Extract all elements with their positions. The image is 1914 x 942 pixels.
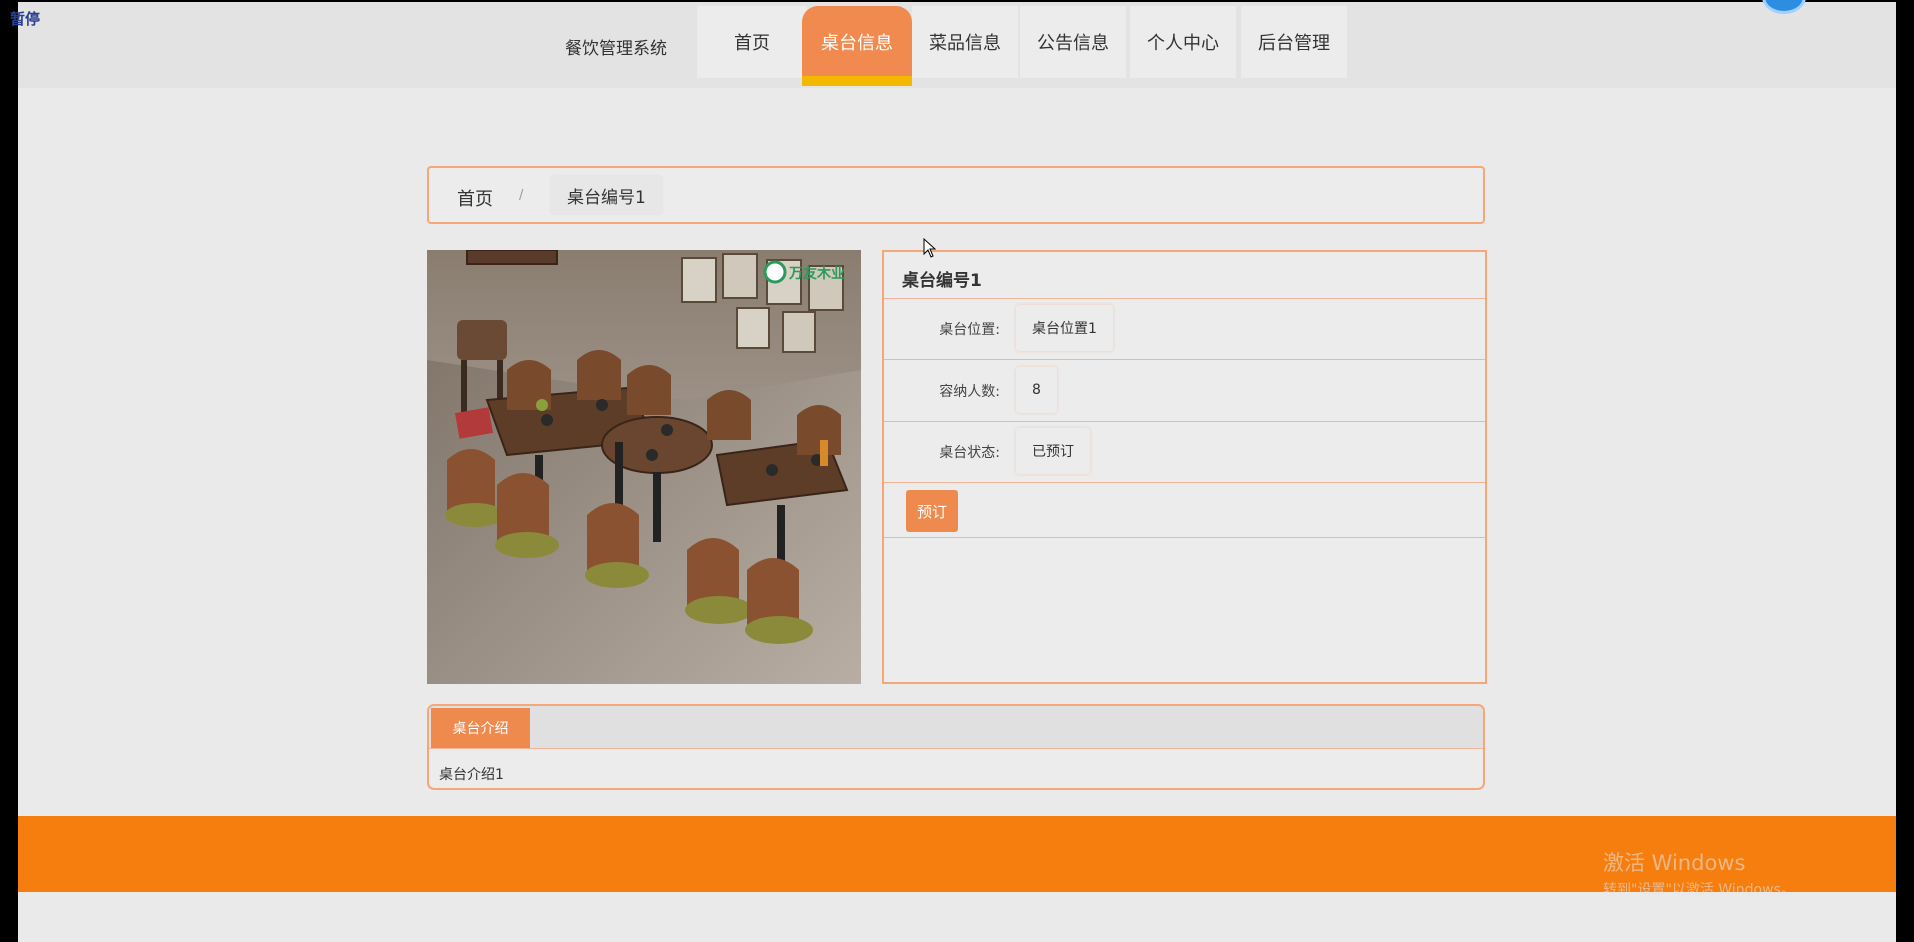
capacity-label: 容纳人数: xyxy=(939,384,1000,400)
row-divider xyxy=(884,421,1485,422)
location-label: 桌台位置: xyxy=(939,322,1000,338)
breadcrumb-current: 桌台编号1 xyxy=(551,176,662,214)
pause-label: 暂停 xyxy=(10,10,41,28)
row-divider xyxy=(884,298,1485,299)
browser-viewport: 餐饮管理系统 首页 桌台信息 菜品信息 公告信息 个人中心 后台管理 首页 / … xyxy=(18,2,1896,942)
book-button[interactable]: 预订 xyxy=(906,490,958,532)
mouse-cursor-icon xyxy=(923,238,937,258)
nav-table-info[interactable]: 桌台信息 xyxy=(802,6,912,78)
watermark-subtitle: 转到"设置"以激活 Windows。 xyxy=(1603,882,1795,898)
intro-tab-bar: 桌台介绍 xyxy=(429,706,1483,748)
detail-title: 桌台编号1 xyxy=(902,271,982,291)
windows-activation-watermark: 激活 Windows 转到"设置"以激活 Windows。 xyxy=(1603,847,1795,899)
capacity-value: 8 xyxy=(1016,367,1057,413)
restaurant-photo-illustration: 万友木业 xyxy=(427,250,861,684)
site-header: 餐饮管理系统 首页 桌台信息 菜品信息 公告信息 个人中心 后台管理 xyxy=(18,2,1896,88)
location-value: 桌台位置1 xyxy=(1016,305,1113,351)
tab-divider xyxy=(429,748,1483,749)
nav-personal-center[interactable]: 个人中心 xyxy=(1130,6,1236,78)
row-divider xyxy=(884,482,1485,483)
nav-announcement[interactable]: 公告信息 xyxy=(1020,6,1126,78)
watermark-title: 激活 Windows xyxy=(1603,851,1746,875)
nav-dish-info[interactable]: 菜品信息 xyxy=(912,6,1018,78)
nav-home[interactable]: 首页 xyxy=(697,6,807,78)
table-detail-panel: 桌台编号1 桌台位置: 桌台位置1 容纳人数: 8 桌台状态: 已预订 预订 xyxy=(882,250,1487,684)
tab-table-intro[interactable]: 桌台介绍 xyxy=(431,708,530,748)
status-label: 桌台状态: xyxy=(939,445,1000,461)
table-photo: 万友木业 xyxy=(427,250,861,684)
nav-admin[interactable]: 后台管理 xyxy=(1241,6,1347,78)
photo-logo-text: 万友木业 xyxy=(788,265,845,282)
intro-panel: 桌台介绍 桌台介绍1 xyxy=(427,704,1485,790)
site-brand: 餐饮管理系统 xyxy=(565,39,667,59)
breadcrumb: 首页 / 桌台编号1 xyxy=(427,166,1485,224)
intro-text: 桌台介绍1 xyxy=(439,767,504,783)
row-divider xyxy=(884,359,1485,360)
breadcrumb-home-link[interactable]: 首页 xyxy=(457,185,493,211)
status-value: 已预订 xyxy=(1016,428,1090,474)
breadcrumb-separator: / xyxy=(519,188,524,203)
nav-active-indicator xyxy=(802,76,912,86)
row-divider xyxy=(884,537,1485,538)
